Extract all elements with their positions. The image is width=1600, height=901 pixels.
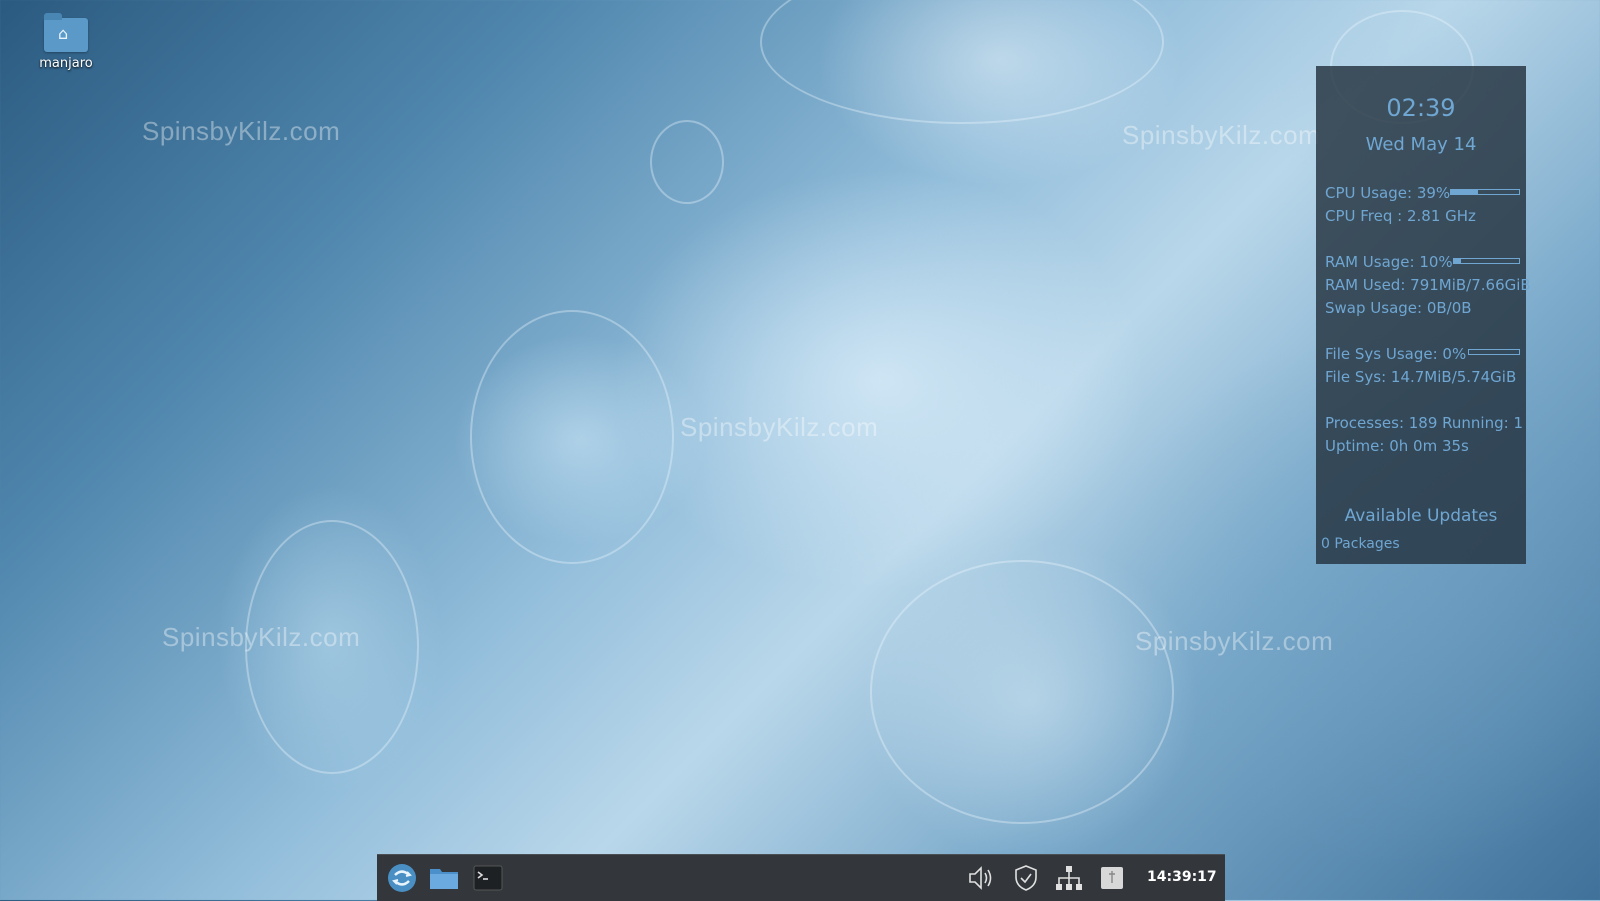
ram-usage-bar-fill (1454, 259, 1461, 263)
manjaro-logo-icon (388, 864, 416, 892)
network-button[interactable] (1051, 855, 1087, 901)
cpu-usage-text: CPU Usage: 39% (1325, 184, 1451, 202)
processes-text: Processes: 189 Running: 1 (1325, 414, 1523, 432)
network-icon (1056, 866, 1082, 890)
filesystem-text: File Sys: 14.7MiB/5.74GiB (1325, 368, 1517, 386)
filesystem-usage-bar (1468, 349, 1520, 355)
ram-used-text: RAM Used: 791MiB/7.66GiB (1325, 276, 1531, 294)
swap-usage-text: Swap Usage: 0B/0B (1325, 299, 1472, 317)
shield-icon (1015, 865, 1037, 891)
ram-usage-text: RAM Usage: 10% (1325, 253, 1453, 271)
security-button[interactable] (1009, 855, 1043, 901)
watermark: SpinsbyKilz.com (162, 622, 361, 652)
watermark: SpinsbyKilz.com (1122, 120, 1321, 150)
ram-usage-bar (1453, 258, 1520, 264)
desktop-icon-home[interactable]: ⌂ manjaro (30, 13, 102, 71)
usb-button[interactable] (1095, 855, 1129, 901)
volume-icon (969, 866, 992, 890)
usb-icon (1101, 867, 1123, 889)
watermark: SpinsbyKilz.com (680, 412, 879, 442)
conky-time: 02:39 (1386, 94, 1456, 122)
conky-date: Wed May 14 (1365, 134, 1477, 155)
taskbar-clock[interactable]: 14:39:17 (1147, 869, 1217, 885)
desktop-icon-label: manjaro (39, 56, 93, 71)
available-updates-count: 0 Packages (1321, 536, 1400, 552)
cpu-usage-bar (1450, 189, 1520, 195)
filesystem-usage-text: File Sys Usage: 0% (1325, 345, 1467, 363)
manjaro-menu-button[interactable] (383, 855, 421, 901)
folder-icon (430, 869, 458, 889)
terminal-button[interactable] (469, 855, 507, 901)
cpu-usage-bar-fill (1451, 190, 1478, 194)
taskbar: 14:39:17 (377, 854, 1225, 901)
watermark: SpinsbyKilz.com (1135, 626, 1334, 656)
uptime-text: Uptime: 0h 0m 35s (1325, 437, 1469, 455)
available-updates-title: Available Updates (1344, 506, 1498, 526)
cpu-freq-text: CPU Freq : 2.81 GHz (1325, 207, 1476, 225)
terminal-icon (473, 865, 503, 891)
file-manager-button[interactable] (425, 855, 463, 901)
volume-button[interactable] (963, 855, 1001, 901)
conky-system-monitor: 02:39 Wed May 14 CPU Usage: 39% CPU Freq… (1316, 66, 1531, 564)
home-folder-icon: ⌂ (44, 13, 88, 52)
watermark: SpinsbyKilz.com (142, 116, 341, 146)
